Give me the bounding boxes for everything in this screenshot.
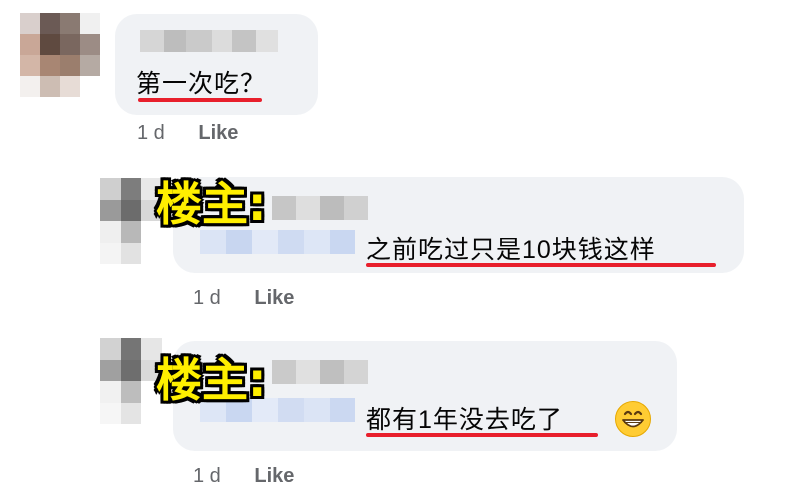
comment-text: 都有1年没去吃了 bbox=[366, 406, 563, 434]
red-underline bbox=[366, 263, 716, 267]
blurred-author-name[interactable] bbox=[272, 360, 368, 384]
avatar[interactable] bbox=[20, 13, 100, 97]
red-underline bbox=[366, 433, 598, 437]
red-underline bbox=[138, 98, 262, 102]
timestamp[interactable]: 1 d bbox=[193, 465, 221, 487]
comment-meta: 1 d Like bbox=[137, 122, 238, 145]
blurred-author-name[interactable] bbox=[272, 196, 368, 220]
comment-text: 之前吃过只是10块钱这样 bbox=[366, 236, 656, 264]
avatar[interactable] bbox=[100, 338, 162, 424]
like-button[interactable]: Like bbox=[198, 122, 238, 144]
like-button[interactable]: Like bbox=[254, 465, 294, 487]
op-tag-label: 楼主: bbox=[156, 177, 267, 231]
grinning-face-icon bbox=[615, 401, 651, 437]
timestamp[interactable]: 1 d bbox=[193, 287, 221, 309]
timestamp[interactable]: 1 d bbox=[137, 122, 165, 144]
like-button[interactable]: Like bbox=[254, 287, 294, 309]
op-tag-label: 楼主: bbox=[156, 353, 267, 407]
avatar[interactable] bbox=[100, 178, 162, 264]
comment-meta: 1 d Like bbox=[193, 287, 294, 310]
comment-meta: 1 d Like bbox=[193, 465, 294, 488]
comment-text: 第一次吃？ bbox=[136, 70, 267, 98]
blurred-mention[interactable] bbox=[200, 230, 355, 254]
blurred-author-name[interactable] bbox=[140, 30, 278, 52]
